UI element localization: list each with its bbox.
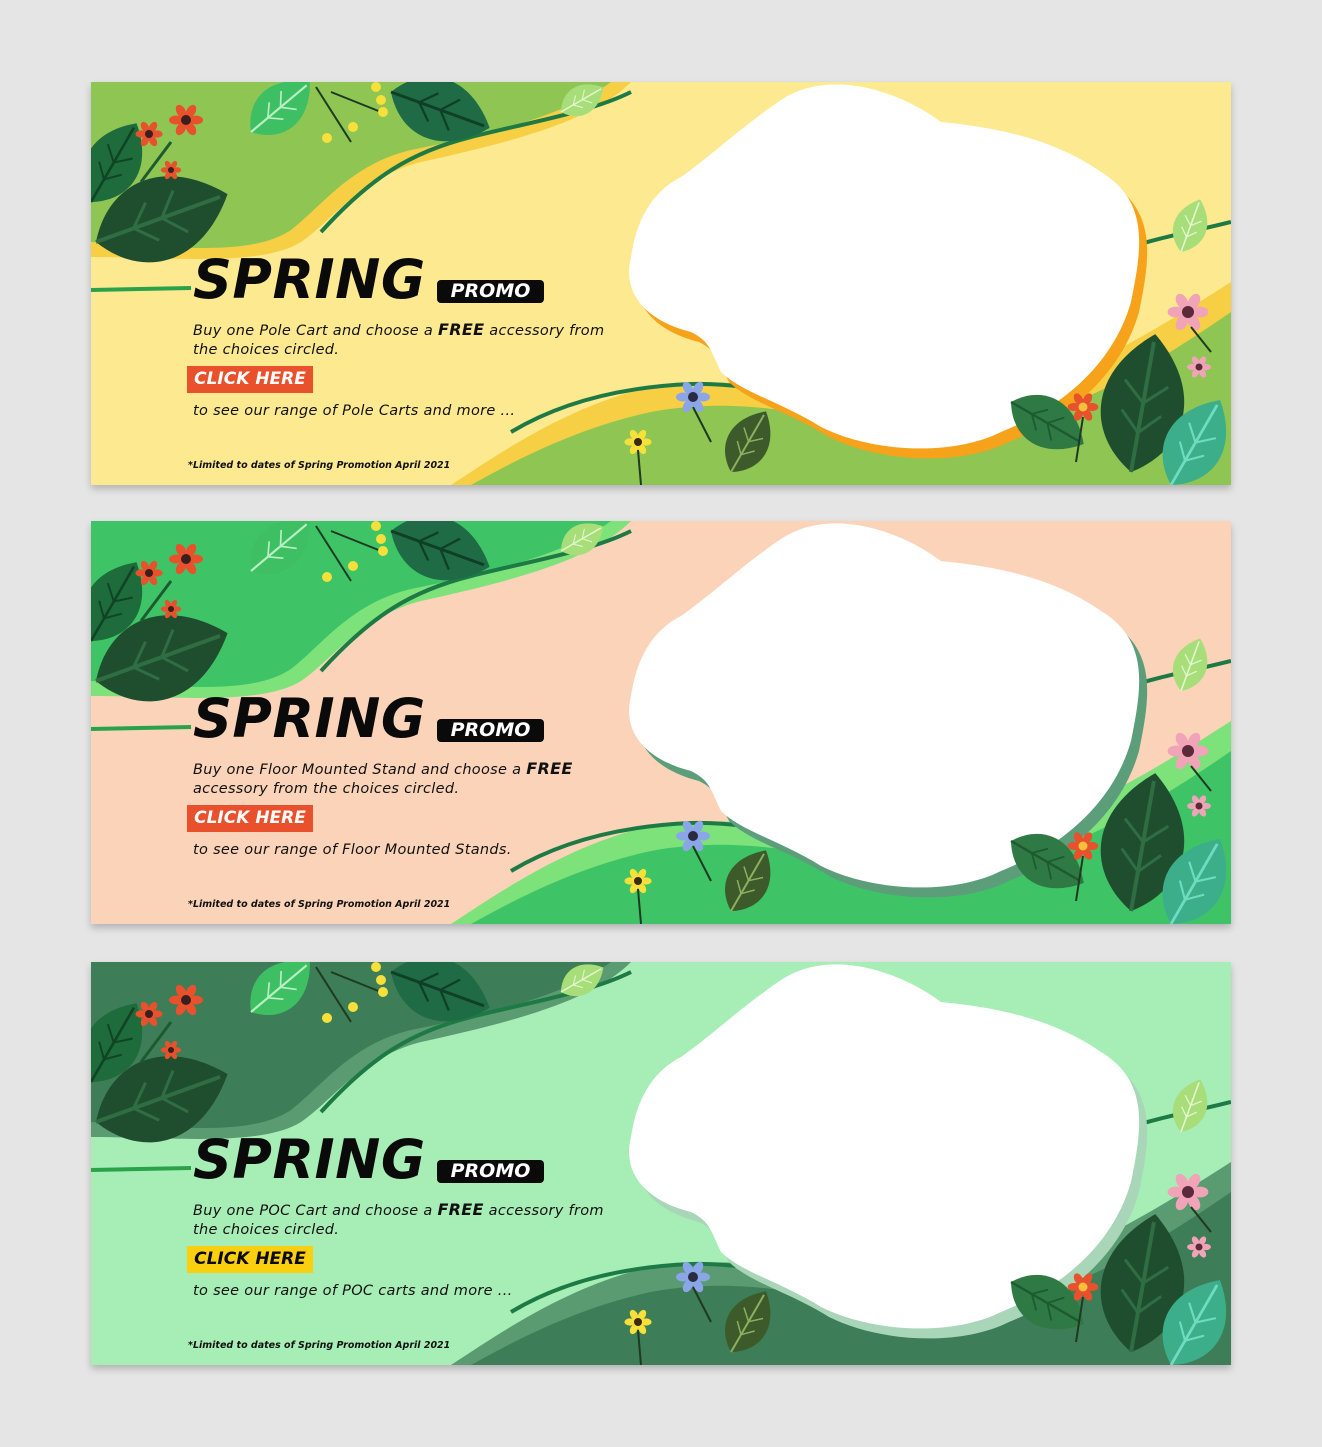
banner-text: SPRING PROMO Buy one Pole Cart and choos…	[187, 250, 633, 471]
promo-banner-2: SPRING PROMO Buy one Floor Mounted Stand…	[91, 521, 1231, 924]
banner-title: SPRING	[193, 248, 426, 311]
disclaimer: *Limited to dates of Spring Promotion Ap…	[188, 899, 451, 910]
free-label: FREE	[526, 759, 573, 778]
banner-title: SPRING	[193, 1128, 426, 1191]
banner-text: SPRING PROMO Buy one POC Cart and choose…	[187, 1130, 633, 1351]
banner-title: SPRING	[193, 687, 426, 750]
free-label: FREE	[437, 1200, 484, 1219]
offer-description: Buy one POC Cart and choose a FREE acces…	[193, 1200, 633, 1240]
range-text: to see our range of Floor Mounted Stands…	[193, 842, 512, 858]
title-row: SPRING PROMO	[193, 250, 633, 310]
click-here-button[interactable]: CLICK HERE	[187, 805, 313, 832]
free-label: FREE	[438, 320, 485, 339]
offer-text: Buy one Pole Cart and choose a	[193, 323, 439, 339]
promo-banner-1: SPRING PROMO Buy one Pole Cart and choos…	[91, 82, 1231, 485]
offer-description: Buy one Floor Mounted Stand and choose a…	[193, 759, 633, 799]
offer-description: Buy one Pole Cart and choose a FREE acce…	[193, 320, 633, 360]
offer-text: Buy one POC Cart and choose a	[193, 1203, 438, 1219]
title-row: SPRING PROMO	[193, 1130, 633, 1190]
click-here-button[interactable]: CLICK HERE	[187, 366, 313, 393]
click-here-button[interactable]: CLICK HERE	[187, 1246, 313, 1273]
range-text: to see our range of Pole Carts and more …	[193, 403, 516, 419]
range-text: to see our range of POC carts and more .…	[193, 1283, 513, 1299]
offer-text-end: accessory from the choices circled.	[193, 781, 460, 797]
banner-text: SPRING PROMO Buy one Floor Mounted Stand…	[187, 689, 633, 910]
title-row: SPRING PROMO	[193, 689, 633, 749]
disclaimer: *Limited to dates of Spring Promotion Ap…	[188, 460, 451, 471]
promo-banner-3: SPRING PROMO Buy one POC Cart and choose…	[91, 962, 1231, 1365]
promo-badge: PROMO	[437, 280, 544, 303]
promo-badge: PROMO	[437, 719, 544, 742]
promo-badge: PROMO	[437, 1160, 544, 1183]
disclaimer: *Limited to dates of Spring Promotion Ap…	[188, 1340, 451, 1351]
offer-text: Buy one Floor Mounted Stand and choose a	[193, 762, 527, 778]
